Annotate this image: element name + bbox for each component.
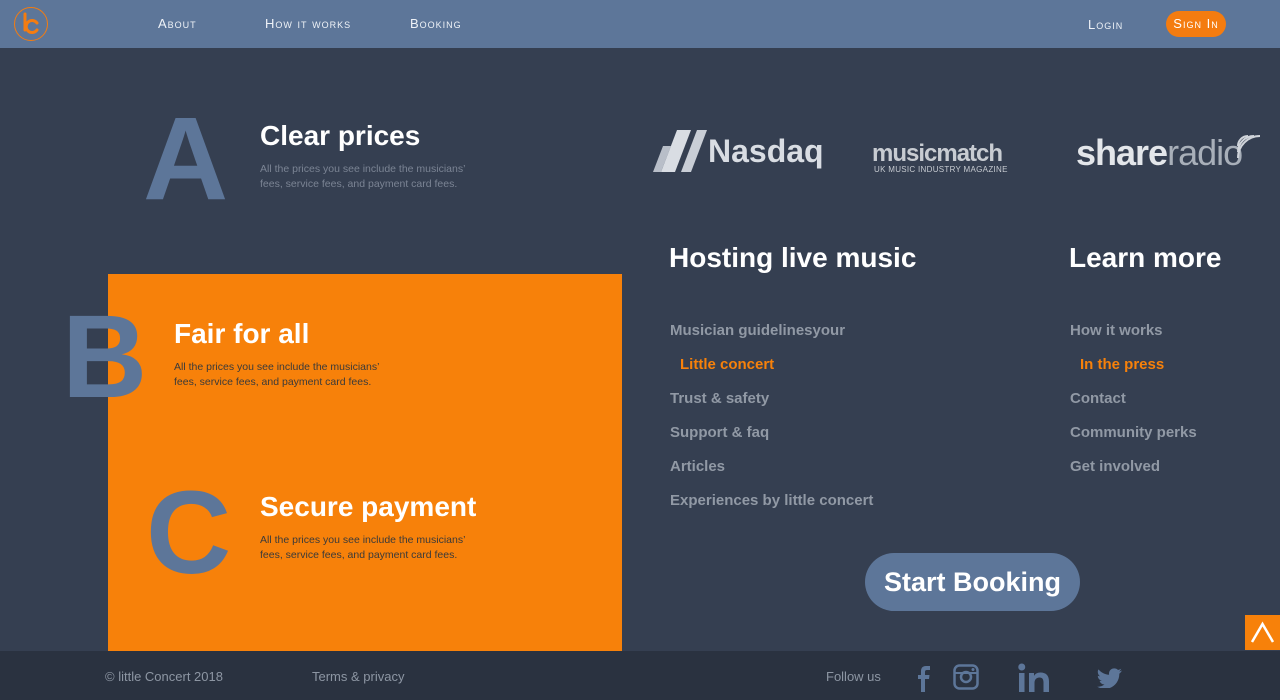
footer: © little Concert 2018 Terms & privacy Fo… xyxy=(0,651,1280,700)
nav-about[interactable]: About xyxy=(158,16,197,31)
feature-desc-fair-for-all: All the prices you see include the music… xyxy=(174,361,380,388)
logo-icon[interactable] xyxy=(14,7,48,41)
login-link[interactable]: Login xyxy=(1088,17,1123,32)
facebook-icon[interactable] xyxy=(913,664,933,692)
nav-how-it-works[interactable]: How it works xyxy=(265,16,351,31)
feature-title-fair-for-all: Fair for all xyxy=(174,318,310,349)
musicmatch-subtitle: UK MUSIC INDUSTRY MAGAZINE xyxy=(874,165,1008,174)
hosting-link-little-concert[interactable]: Little concert xyxy=(680,356,774,373)
hosting-link-trust-safety[interactable]: Trust & safety xyxy=(670,390,769,407)
radio-waves-icon xyxy=(1237,135,1261,158)
learn-link-contact[interactable]: Contact xyxy=(1070,390,1126,407)
feature-letter-c: C xyxy=(146,467,232,599)
feature-desc-clear-prices: All the prices you see include the music… xyxy=(260,163,466,190)
feature-title-secure-payment: Secure payment xyxy=(260,491,477,522)
feature-letter-b: B xyxy=(62,291,148,423)
linkedin-icon[interactable] xyxy=(1018,663,1050,693)
copyright-text: © little Concert 2018 xyxy=(105,669,223,684)
hosting-title: Hosting live music xyxy=(669,242,917,273)
follow-us-label: Follow us xyxy=(826,669,881,684)
learn-link-how-it-works[interactable]: How it works xyxy=(1070,322,1163,339)
instagram-icon[interactable] xyxy=(953,664,979,690)
sign-in-button[interactable]: Sign In xyxy=(1166,11,1226,37)
nasdaq-mark-icon xyxy=(653,130,707,172)
learn-link-in-the-press[interactable]: In the press xyxy=(1080,356,1164,373)
feature-letter-a: A xyxy=(143,93,229,225)
top-navigation-bar: About How it works Booking Login Sign In xyxy=(0,0,1280,48)
musicmatch-text: musicmatch xyxy=(872,140,1003,167)
twitter-icon[interactable] xyxy=(1097,668,1123,688)
chevron-up-icon xyxy=(1250,621,1275,643)
terms-privacy-link[interactable]: Terms & privacy xyxy=(312,669,404,684)
nasdaq-text: Nasdaq xyxy=(708,133,824,169)
hosting-link-support-faq[interactable]: Support & faq xyxy=(670,424,769,441)
learn-more-title: Learn more xyxy=(1069,242,1222,273)
back-to-top-button[interactable] xyxy=(1245,615,1280,650)
hosting-link-experiences[interactable]: Experiences by little concert xyxy=(670,492,873,509)
learn-link-get-involved[interactable]: Get involved xyxy=(1070,458,1160,475)
hosting-link-musician-guidelines[interactable]: Musician guidelinesyour xyxy=(670,322,845,339)
feature-title-clear-prices: Clear prices xyxy=(260,120,421,151)
learn-link-community-perks[interactable]: Community perks xyxy=(1070,424,1197,441)
start-booking-button[interactable]: Start Booking xyxy=(865,553,1080,611)
shareradio-text: shareradio xyxy=(1076,132,1243,173)
feature-desc-secure-payment: All the prices you see include the music… xyxy=(260,534,466,561)
hosting-link-articles[interactable]: Articles xyxy=(670,458,725,475)
nav-booking[interactable]: Booking xyxy=(410,16,462,31)
